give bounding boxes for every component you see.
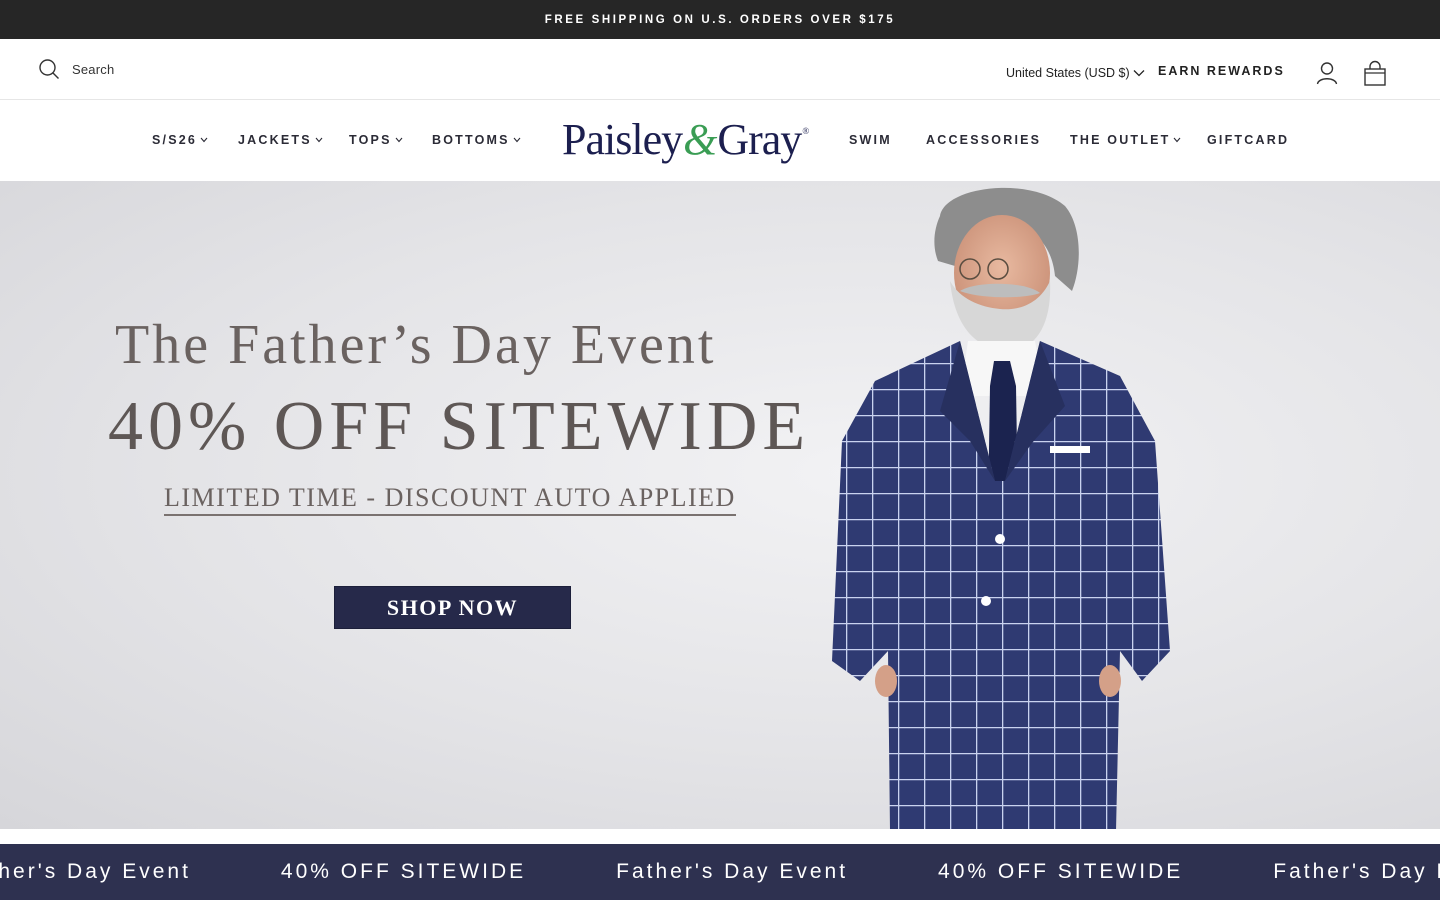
- search-icon: [39, 59, 59, 79]
- marquee-item: Father's Day Event: [1273, 860, 1440, 883]
- chevron-down-icon: [1174, 137, 1181, 143]
- nav-item-label: TOPS: [349, 133, 392, 147]
- hero-model-image: [832, 187, 1170, 829]
- announcement-bar: FREE SHIPPING ON U.S. ORDERS OVER $175: [0, 0, 1440, 39]
- brand-logo[interactable]: Paisley & Gray ®: [562, 114, 809, 166]
- logo-text-gray: Gray: [717, 115, 802, 164]
- marquee-item: Father's Day Event: [616, 860, 849, 883]
- nav-item-jackets[interactable]: JACKETS: [238, 133, 323, 147]
- nav-item-label: GIFTCARD: [1207, 133, 1290, 147]
- currency-selector[interactable]: United States (USD $): [1006, 66, 1145, 80]
- currency-label: United States (USD $): [1006, 66, 1130, 80]
- promo-marquee: Father's Day Event 40% OFF SITEWIDE Fath…: [0, 844, 1440, 900]
- nav-item-label: SWIM: [849, 133, 892, 147]
- nav-item-label: BOTTOMS: [432, 133, 510, 147]
- nav-item-label: THE OUTLET: [1070, 133, 1171, 147]
- announcement-text: FREE SHIPPING ON U.S. ORDERS OVER $175: [544, 13, 896, 26]
- marquee-item: 40% OFF SITEWIDE: [280, 860, 527, 883]
- chevron-down-icon: [200, 137, 208, 143]
- nav-item-giftcard[interactable]: GIFTCARD: [1207, 133, 1289, 147]
- marquee-item: 40% OFF SITEWIDE: [938, 860, 1184, 883]
- hero-offer: 40% OFF SITEWIDE: [108, 388, 811, 465]
- marquee-item: Father's Day Event: [0, 860, 191, 883]
- search-trigger[interactable]: Search: [38, 58, 114, 80]
- nav-item-the-outlet[interactable]: THE OUTLET: [1070, 133, 1181, 147]
- hero-subline: LIMITED TIME - DISCOUNT AUTO APPLIED: [164, 483, 736, 516]
- marquee-track: Father's Day Event 40% OFF SITEWIDE Fath…: [0, 844, 1440, 900]
- nav-item-bottoms[interactable]: BOTTOMS: [432, 133, 521, 147]
- nav-item-label: S/S26: [152, 133, 198, 147]
- logo-registered-mark: ®: [802, 126, 809, 136]
- account-icon[interactable]: [1316, 61, 1338, 85]
- logo-ampersand: &: [683, 115, 717, 164]
- utility-bar: Search United States (USD $) EARN REWARD…: [0, 39, 1440, 100]
- hero-banner[interactable]: The Father’s Day Event 40% OFF SITEWIDE …: [0, 181, 1440, 829]
- earn-rewards-link[interactable]: EARN REWARDS: [1158, 64, 1285, 78]
- chevron-down-icon: [1133, 70, 1145, 77]
- chevron-down-icon: [315, 137, 323, 143]
- hero-headline: The Father’s Day Event: [115, 314, 717, 376]
- logo-text-paisley: Paisley: [562, 115, 683, 164]
- nav-item-ss26[interactable]: S/S26: [152, 133, 208, 147]
- nav-item-label: JACKETS: [238, 133, 312, 147]
- nav-item-accessories[interactable]: ACCESSORIES: [926, 133, 1041, 147]
- shop-now-button[interactable]: SHOP NOW: [334, 586, 571, 629]
- main-navigation: S/S26 JACKETS TOPS BOTTOMS Paisley & Gra…: [0, 100, 1440, 181]
- nav-item-label: ACCESSORIES: [926, 133, 1042, 147]
- chevron-down-icon: [395, 137, 403, 143]
- nav-item-swim[interactable]: SWIM: [849, 133, 892, 147]
- search-label: Search: [72, 61, 115, 77]
- chevron-down-icon: [513, 137, 521, 143]
- nav-item-tops[interactable]: TOPS: [349, 133, 403, 147]
- cart-icon[interactable]: [1363, 60, 1387, 86]
